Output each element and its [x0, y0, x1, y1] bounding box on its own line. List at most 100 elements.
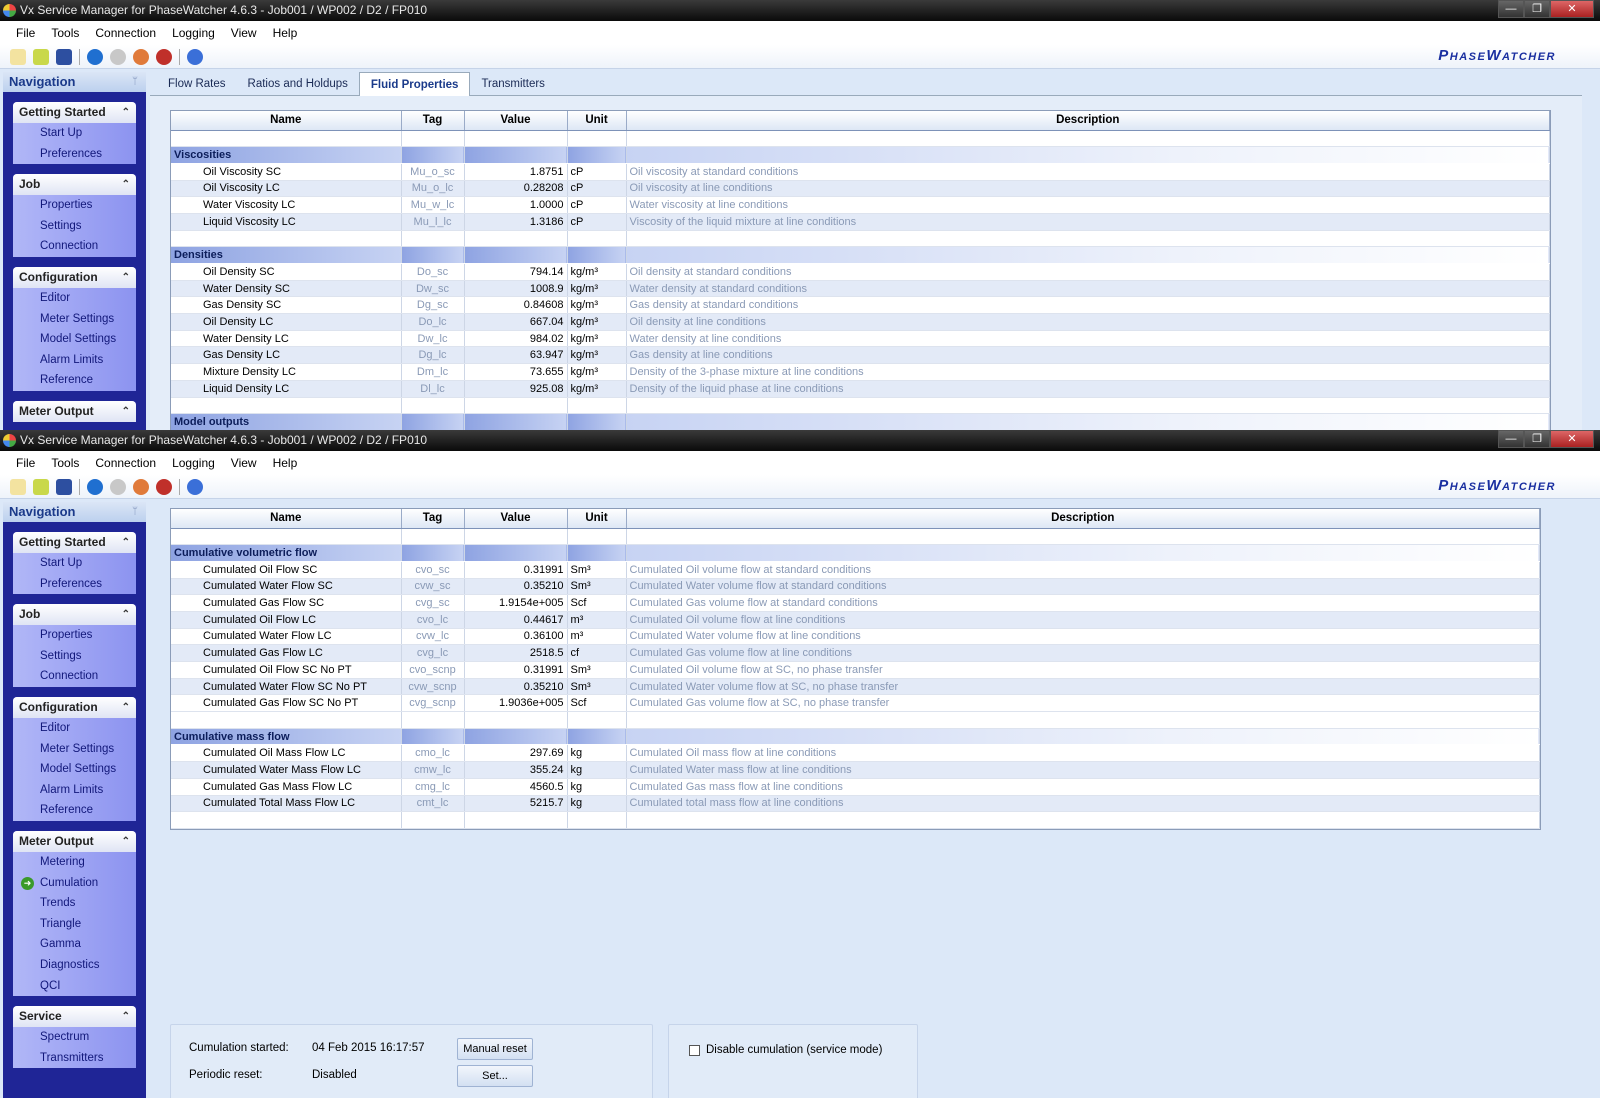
nav-item-transmitters[interactable]: Transmitters	[13, 1048, 136, 1069]
nav-section-header[interactable]: Service ⌃	[13, 1006, 136, 1028]
nav-item-alarm-limits[interactable]: Alarm Limits	[13, 780, 136, 801]
column-header-name[interactable]: Name	[171, 509, 402, 529]
collapse-chevron-icon[interactable]: ⌃	[122, 102, 130, 123]
person-icon[interactable]	[110, 48, 126, 65]
user-icon[interactable]	[133, 478, 149, 495]
column-header-description[interactable]: Description	[626, 111, 1550, 131]
close-button[interactable]: ✕	[1550, 0, 1594, 18]
save-icon[interactable]	[56, 478, 72, 495]
nav-item-diagnostics[interactable]: Diagnostics	[13, 955, 136, 976]
collapse-chevron-icon[interactable]: ⌃	[122, 604, 130, 625]
collapse-chevron-icon[interactable]: ⌃	[122, 174, 130, 195]
nav-item-preferences[interactable]: Preferences	[13, 144, 136, 165]
nav-item-connection[interactable]: Connection	[13, 666, 136, 687]
column-header-value[interactable]: Value	[464, 111, 568, 131]
nav-item-qci[interactable]: QCI	[13, 976, 136, 997]
collapse-chevron-icon[interactable]: ⌃	[122, 1006, 130, 1027]
disable-cumulation-checkbox[interactable]	[689, 1045, 700, 1056]
download-icon[interactable]	[87, 48, 103, 65]
menu-tools[interactable]: Tools	[43, 21, 87, 45]
menu-logging[interactable]: Logging	[164, 21, 223, 45]
column-header-description[interactable]: Description	[626, 509, 1540, 529]
menu-connection[interactable]: Connection	[87, 21, 164, 45]
tab-transmitters[interactable]: Transmitters	[470, 72, 555, 96]
menu-view[interactable]: View	[223, 21, 265, 45]
nav-section-header[interactable]: Job ⌃	[13, 604, 136, 626]
person-icon[interactable]	[110, 478, 126, 495]
nav-item-trends[interactable]: Trends	[13, 893, 136, 914]
nav-item-spectrum[interactable]: Spectrum	[13, 1027, 136, 1048]
menu-logging[interactable]: Logging	[164, 451, 223, 475]
nav-item-alarm-limits[interactable]: Alarm Limits	[13, 350, 136, 371]
tab-fluid-properties[interactable]: Fluid Properties	[358, 72, 471, 96]
nav-item-meter-settings[interactable]: Meter Settings	[13, 309, 136, 330]
nav-item-connection[interactable]: Connection	[13, 236, 136, 257]
new-icon[interactable]	[10, 478, 26, 495]
column-header-tag[interactable]: Tag	[401, 509, 465, 529]
menu-help[interactable]: Help	[265, 451, 306, 475]
close-button[interactable]: ✕	[1550, 430, 1594, 448]
menu-view[interactable]: View	[223, 451, 265, 475]
save-icon[interactable]	[56, 48, 72, 65]
help-icon[interactable]	[187, 478, 203, 495]
nav-item-gamma[interactable]: Gamma	[13, 934, 136, 955]
tab-flow-rates[interactable]: Flow Rates	[157, 72, 237, 96]
nav-item-properties[interactable]: Properties	[13, 195, 136, 216]
nav-item-preferences[interactable]: Preferences	[13, 574, 136, 595]
column-header-unit[interactable]: Unit	[567, 509, 627, 529]
column-header-name[interactable]: Name	[171, 111, 402, 131]
column-header-value[interactable]: Value	[464, 509, 568, 529]
minimize-button[interactable]: —	[1498, 0, 1524, 18]
collapse-chevron-icon[interactable]: ⌃	[122, 401, 130, 422]
nav-item-settings[interactable]: Settings	[13, 646, 136, 667]
nav-section-header[interactable]: Configuration ⌃	[13, 696, 136, 718]
help-icon[interactable]	[187, 48, 203, 65]
open-icon[interactable]	[33, 48, 49, 65]
pin-icon[interactable]: ᛘ	[132, 72, 138, 92]
restore-button[interactable]: ❐	[1524, 430, 1550, 448]
user-icon[interactable]	[133, 48, 149, 65]
nav-section-header[interactable]: Meter Output ⌃	[13, 830, 136, 852]
download-icon[interactable]	[87, 478, 103, 495]
nav-section-header[interactable]: Configuration ⌃	[13, 266, 136, 288]
pin-icon[interactable]: ᛘ	[132, 502, 138, 522]
column-header-unit[interactable]: Unit	[567, 111, 627, 131]
collapse-chevron-icon[interactable]: ⌃	[122, 831, 130, 852]
nav-item-reference[interactable]: Reference	[13, 370, 136, 391]
tab-ratios-and-holdups[interactable]: Ratios and Holdups	[237, 72, 359, 96]
nav-item-reference[interactable]: Reference	[13, 800, 136, 821]
column-header-tag[interactable]: Tag	[401, 111, 465, 131]
menu-connection[interactable]: Connection	[87, 451, 164, 475]
menu-file[interactable]: File	[8, 451, 43, 475]
restore-button[interactable]: ❐	[1524, 0, 1550, 18]
nav-item-start-up[interactable]: Start Up	[13, 123, 136, 144]
collapse-chevron-icon[interactable]: ⌃	[122, 267, 130, 288]
menu-help[interactable]: Help	[265, 21, 306, 45]
minimize-button[interactable]: —	[1498, 430, 1524, 448]
nav-item-model-settings[interactable]: Model Settings	[13, 759, 136, 780]
nav-item-settings[interactable]: Settings	[13, 216, 136, 237]
nav-section-header[interactable]: Getting Started ⌃	[13, 532, 136, 553]
nav-section-header[interactable]: Meter Output ⌃	[13, 400, 136, 422]
nav-item-model-settings[interactable]: Model Settings	[13, 329, 136, 350]
nav-item-metering[interactable]: Metering	[13, 852, 136, 873]
nav-item-cumulation[interactable]: ➜ Cumulation	[13, 873, 136, 894]
nav-item-properties[interactable]: Properties	[13, 625, 136, 646]
set-button[interactable]: Set...	[457, 1065, 533, 1087]
nav-section-header[interactable]: Job ⌃	[13, 174, 136, 196]
nav-item-editor[interactable]: Editor	[13, 288, 136, 309]
menu-file[interactable]: File	[8, 21, 43, 45]
nav-item-editor[interactable]: Editor	[13, 718, 136, 739]
new-icon[interactable]	[10, 48, 26, 65]
nav-item-start-up[interactable]: Start Up	[13, 553, 136, 574]
nav-section-header[interactable]: Getting Started ⌃	[13, 102, 136, 123]
nav-item-triangle[interactable]: Triangle	[13, 914, 136, 935]
open-icon[interactable]	[33, 478, 49, 495]
menu-tools[interactable]: Tools	[43, 451, 87, 475]
refresh-icon[interactable]	[156, 478, 172, 495]
collapse-chevron-icon[interactable]: ⌃	[122, 697, 130, 718]
refresh-icon[interactable]	[156, 48, 172, 65]
collapse-chevron-icon[interactable]: ⌃	[122, 532, 130, 553]
manual-reset-button[interactable]: Manual reset	[457, 1038, 533, 1060]
nav-item-meter-settings[interactable]: Meter Settings	[13, 739, 136, 760]
